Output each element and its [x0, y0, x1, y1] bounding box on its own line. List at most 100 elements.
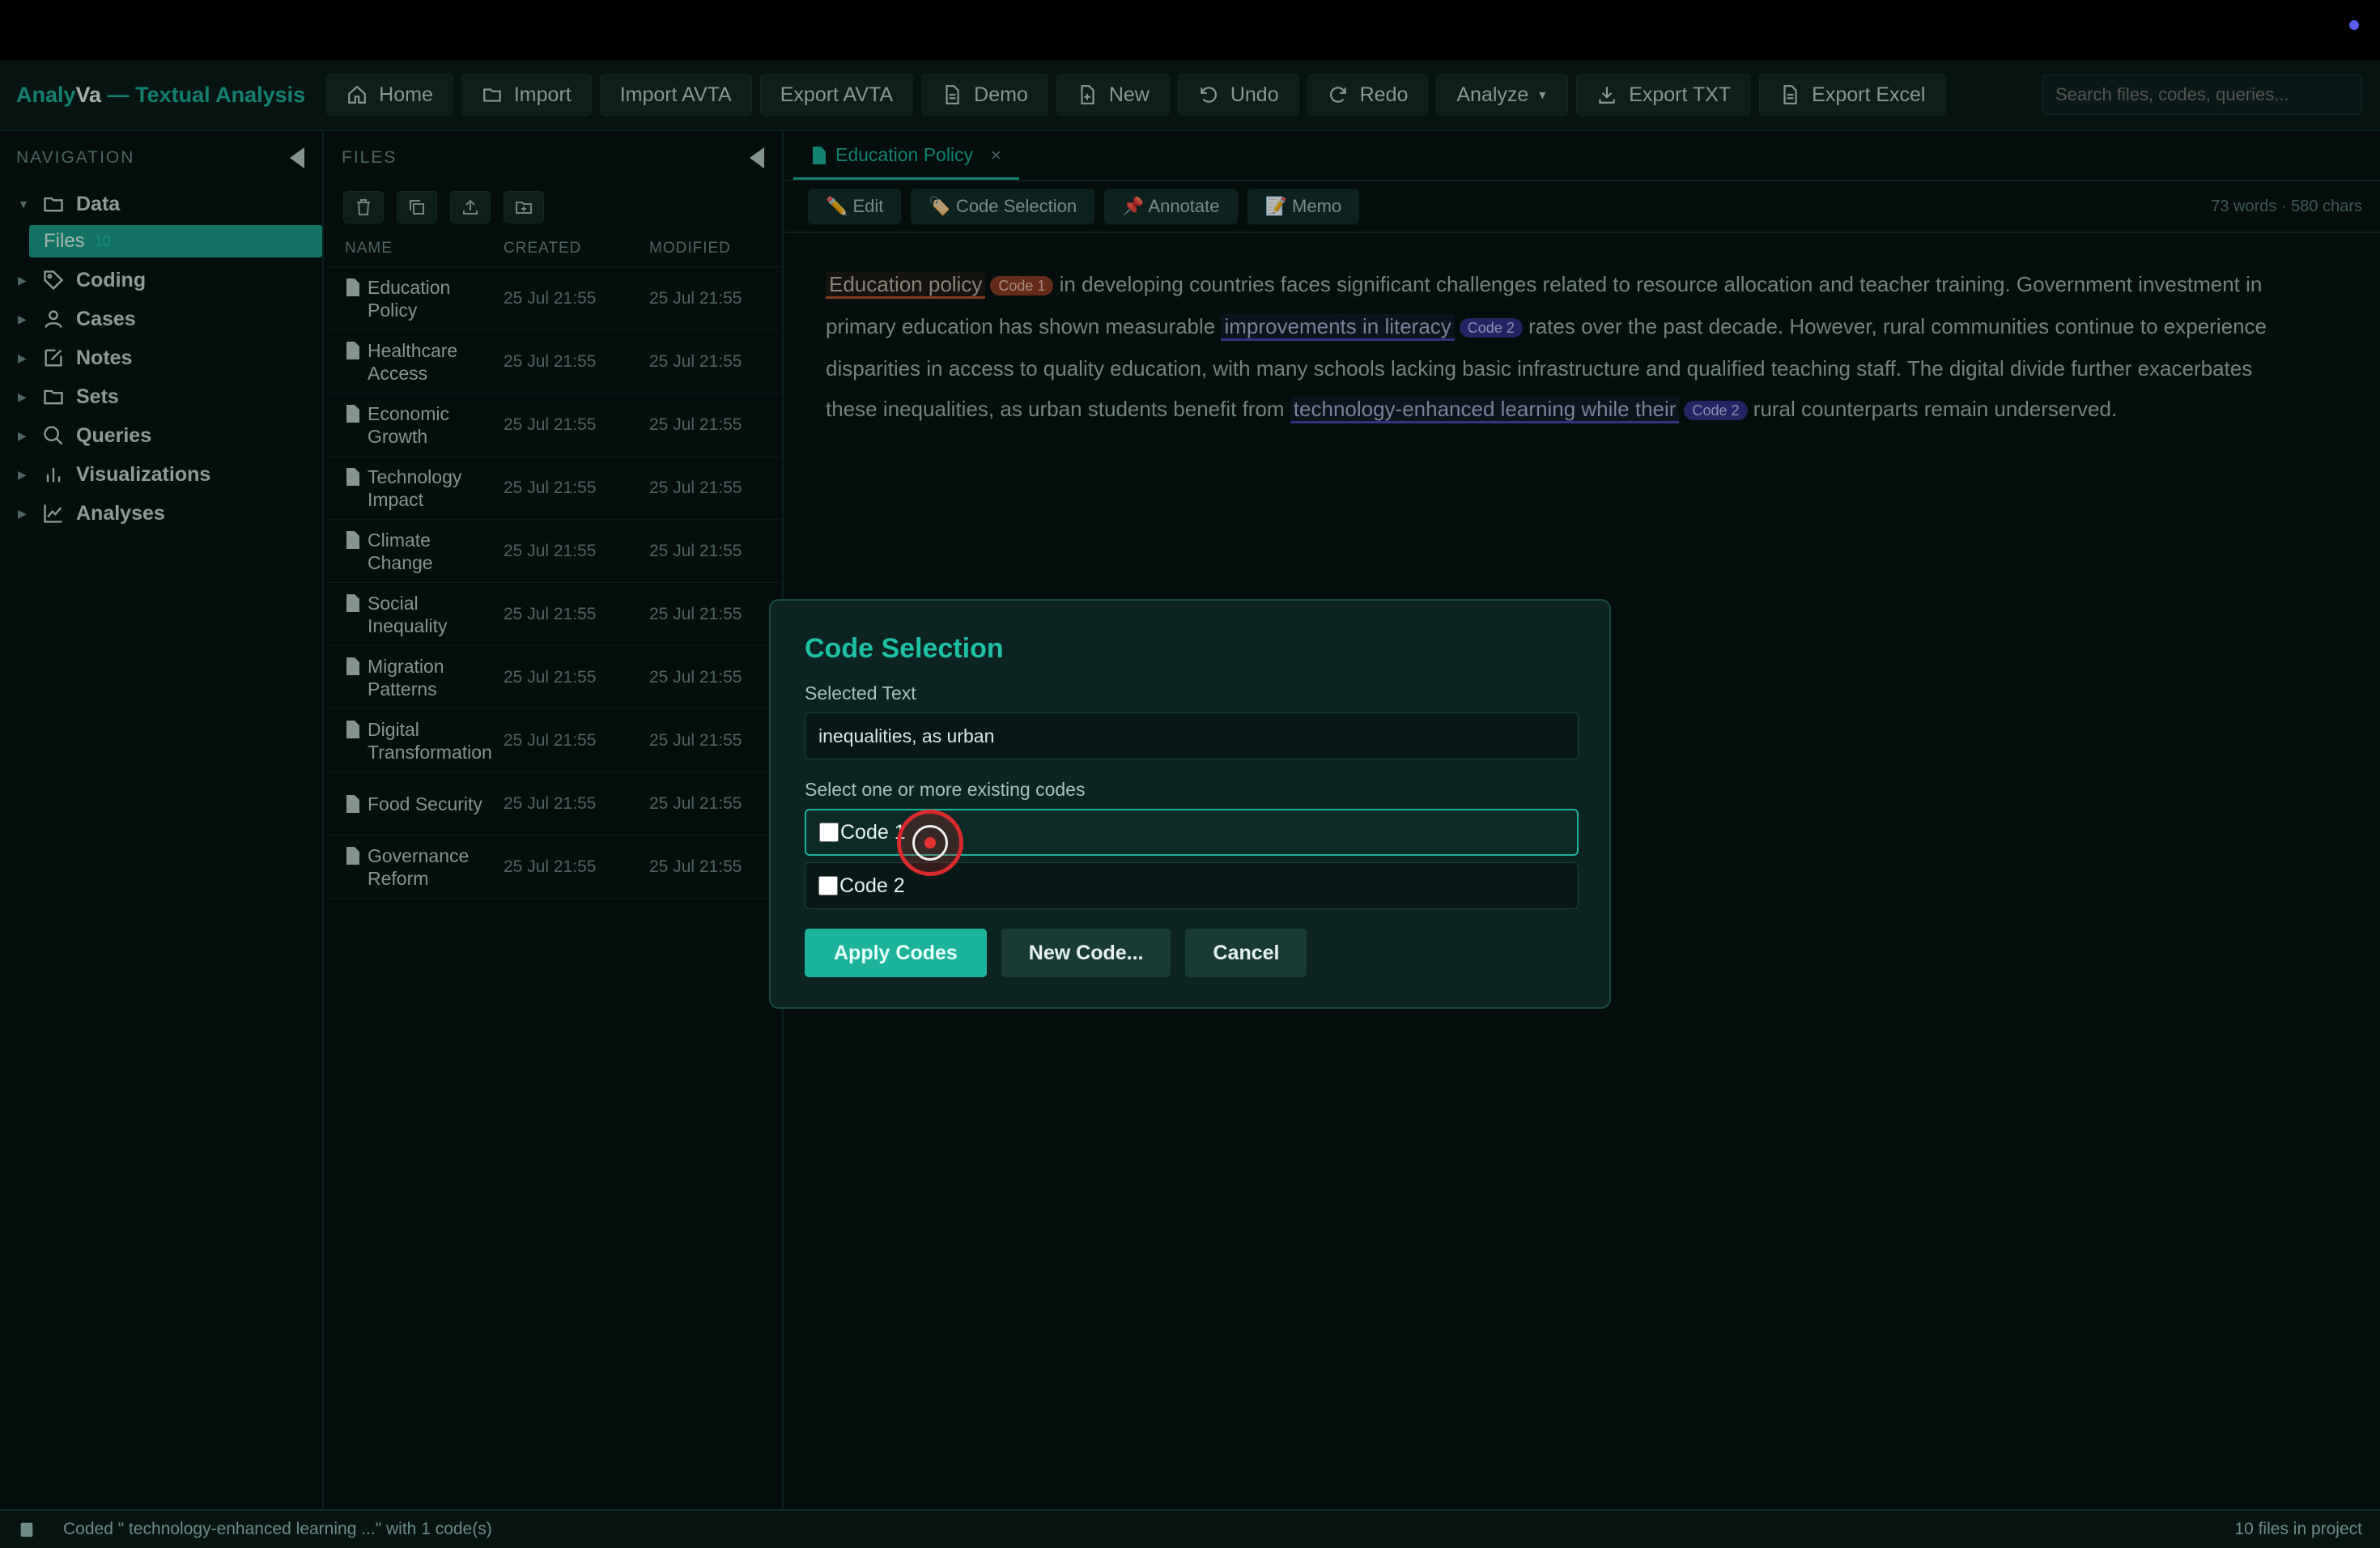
- annotate-button[interactable]: 📌 Annotate: [1104, 189, 1238, 224]
- search-icon: [44, 426, 63, 445]
- home-button[interactable]: Home: [326, 74, 453, 116]
- table-row[interactable]: Governance Reform 25 Jul 21:55 25 Jul 21:5…: [325, 836, 782, 899]
- note-edit-icon: [45, 349, 62, 367]
- table-row[interactable]: Digital Transformation 25 Jul 21:55 25 Jul…: [325, 709, 782, 772]
- coded-segment[interactable]: improvements in literacy: [1221, 314, 1455, 342]
- code-badge[interactable]: Code 2: [1684, 401, 1748, 421]
- table-row[interactable]: Food Security 25 Jul 21:55 25 Jul 21:55: [325, 772, 782, 836]
- document-stats: 73 words · 580 chars: [2211, 197, 2362, 215]
- import-button[interactable]: Import: [461, 74, 592, 116]
- nav-item-visualizations[interactable]: ▶ Visualizations: [0, 455, 322, 494]
- analyze-dropdown[interactable]: Analyze ▼: [1436, 74, 1569, 116]
- collapsed-arrow-icon: ▶: [18, 389, 27, 403]
- table-row[interactable]: Social Inequality 25 Jul 21:55 25 Jul 21:5…: [325, 583, 782, 646]
- collapsed-arrow-icon: ▶: [18, 351, 27, 364]
- copy-icon: [410, 200, 424, 215]
- code-2-checkbox[interactable]: [818, 876, 838, 895]
- status-bar: Coded " technology-enhanced learning ...…: [0, 1509, 2380, 1548]
- code-badge[interactable]: Code 1: [990, 276, 1054, 296]
- nav-item-notes[interactable]: ▶ Notes: [0, 338, 322, 377]
- column-header-name[interactable]: NAME: [325, 240, 486, 257]
- document-text[interactable]: Education policy Code 1 in developing cou…: [785, 233, 2348, 431]
- delete-file-button[interactable]: [343, 191, 384, 223]
- table-row[interactable]: Healthcare Access 25 Jul 21:55 25 Jul 21:5…: [325, 330, 782, 393]
- navigation-panel: NAVIGATION ▼ Data Files 10 ▶ Coding ▶ Cas…: [0, 131, 324, 1509]
- nav-item-data[interactable]: ▼ Data: [0, 185, 322, 223]
- files-table-header: NAME CREATED MODIFIED: [325, 230, 782, 267]
- undo-button[interactable]: Undo: [1177, 74, 1299, 116]
- new-file-icon: [1081, 85, 1094, 104]
- tag-icon: [44, 270, 64, 291]
- document-tabs: Education Policy ×: [785, 131, 2380, 181]
- export-excel-button[interactable]: Export Excel: [1759, 74, 1946, 116]
- folder-icon: [44, 389, 63, 405]
- toolbar: AnalyVa — Textual Analysis Home Import I…: [0, 60, 2380, 131]
- new-folder-button[interactable]: [504, 191, 544, 223]
- code-1-checkbox[interactable]: [819, 823, 839, 842]
- table-row[interactable]: Climate Change 25 Jul 21:55 25 Jul 21:55: [325, 520, 782, 583]
- nav-item-files[interactable]: Files 10: [29, 225, 322, 257]
- folder-plus-icon: [516, 202, 532, 214]
- table-row[interactable]: Technology Impact 25 Jul 21:55 25 Jul 21:5…: [325, 457, 782, 520]
- line-chart-icon: [44, 504, 62, 523]
- column-header-created[interactable]: CREATED: [486, 240, 631, 257]
- file-icon: [346, 657, 359, 675]
- new-code-button[interactable]: New Code...: [1001, 929, 1171, 977]
- collapsed-arrow-icon: ▶: [18, 273, 27, 287]
- app-brand: AnalyVa — Textual Analysis: [16, 82, 306, 107]
- file-icon: [346, 278, 359, 296]
- files-count: 10: [94, 232, 111, 249]
- user-icon: [45, 310, 62, 328]
- nav-item-sets[interactable]: ▶ Sets: [0, 377, 322, 416]
- collapsed-arrow-icon: ▶: [18, 506, 27, 520]
- table-row[interactable]: Education Policy 25 Jul 21:55 25 Jul 21:55: [325, 267, 782, 330]
- table-row[interactable]: Economic Growth 25 Jul 21:55 25 Jul 21:55: [325, 393, 782, 457]
- redo-icon: [1329, 87, 1346, 103]
- upload-file-button[interactable]: [450, 191, 491, 223]
- file-icon: [346, 341, 359, 359]
- file-icon: [346, 794, 359, 813]
- selected-text-label: Selected Text: [805, 683, 916, 704]
- folder-icon: [483, 88, 501, 102]
- edit-button[interactable]: ✏️ Edit: [808, 189, 902, 224]
- export-avta-button[interactable]: Export AVTA: [759, 74, 914, 116]
- new-button[interactable]: New: [1056, 74, 1170, 116]
- collapse-nav-icon[interactable]: [290, 147, 304, 168]
- code-selection-button[interactable]: 🏷️ Code Selection: [911, 189, 1095, 224]
- search-input[interactable]: [2042, 74, 2362, 115]
- coded-segment[interactable]: technology-enhanced learning while their: [1290, 397, 1680, 424]
- memo-button[interactable]: 📝 Memo: [1247, 189, 1360, 224]
- files-header: FILES: [342, 148, 397, 167]
- navigation-header: NAVIGATION: [16, 148, 135, 167]
- home-icon: [348, 85, 367, 104]
- expanded-arrow-icon: ▼: [18, 198, 29, 211]
- collapsed-arrow-icon: ▶: [18, 467, 27, 481]
- close-icon[interactable]: ×: [991, 145, 1001, 166]
- nav-item-queries[interactable]: ▶ Queries: [0, 416, 322, 455]
- app-window: AnalyVa — Textual Analysis Home Import I…: [0, 0, 2380, 1548]
- clipboard-icon: [20, 1522, 33, 1537]
- window-top-bar: [0, 0, 2380, 60]
- demo-button[interactable]: Demo: [921, 74, 1048, 116]
- dialog-actions: Apply Codes New Code... Cancel: [805, 929, 1577, 977]
- code-badge[interactable]: Code 2: [1459, 318, 1523, 338]
- column-header-modified[interactable]: MODIFIED: [631, 240, 731, 257]
- nav-item-cases[interactable]: ▶ Cases: [0, 300, 322, 338]
- tab-education-policy[interactable]: Education Policy ×: [793, 133, 1019, 180]
- nav-item-coding[interactable]: ▶ Coding: [0, 261, 322, 300]
- coded-segment[interactable]: Education policy: [826, 272, 986, 299]
- duplicate-file-button[interactable]: [397, 191, 437, 223]
- nav-item-analyses[interactable]: ▶ Analyses: [0, 494, 322, 533]
- selected-text-input[interactable]: [805, 712, 1579, 759]
- redo-button[interactable]: Redo: [1307, 74, 1429, 116]
- codes-label: Select one or more existing codes: [805, 779, 1086, 800]
- export-txt-button[interactable]: Export TXT: [1576, 74, 1752, 116]
- import-avta-button[interactable]: Import AVTA: [599, 74, 752, 116]
- collapsed-arrow-icon: ▶: [18, 428, 27, 442]
- indicator-dot: [2349, 20, 2359, 30]
- cancel-button[interactable]: Cancel: [1185, 929, 1307, 977]
- collapse-files-icon[interactable]: [750, 147, 764, 168]
- file-icon: [346, 846, 359, 865]
- table-row[interactable]: Migration Patterns 25 Jul 21:55 25 Jul 21:…: [325, 646, 782, 709]
- apply-codes-button[interactable]: Apply Codes: [805, 929, 987, 977]
